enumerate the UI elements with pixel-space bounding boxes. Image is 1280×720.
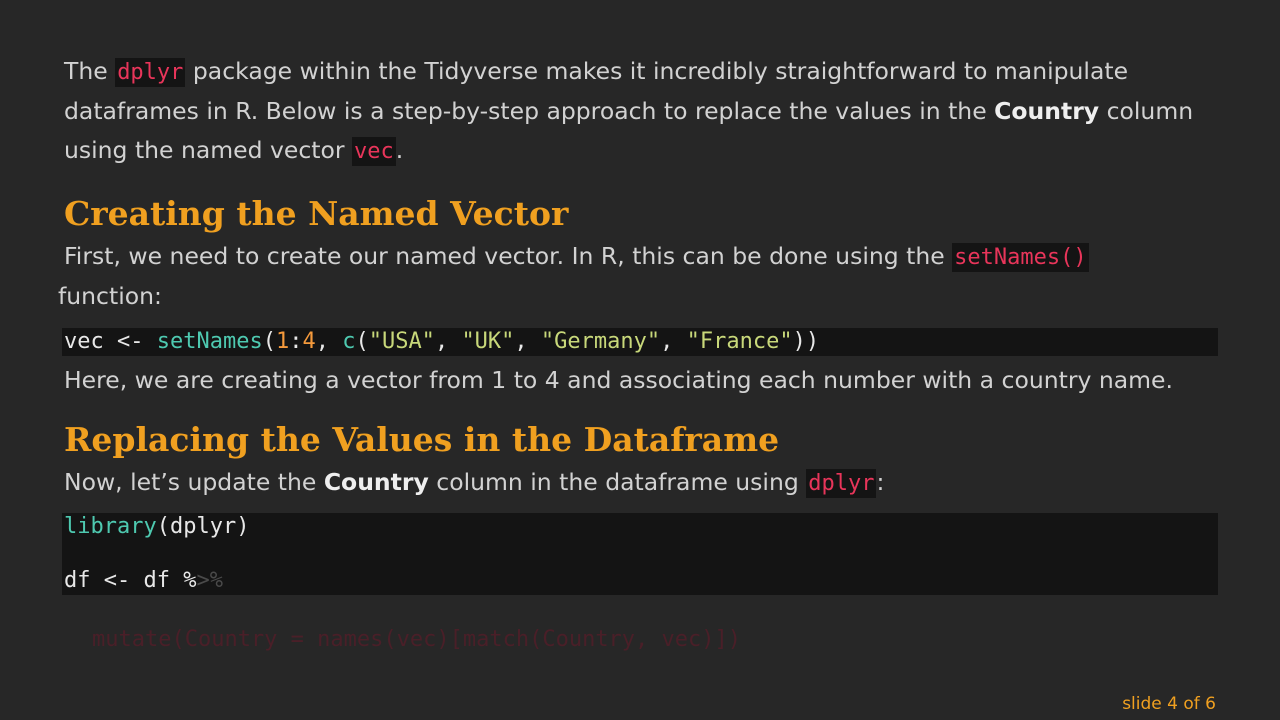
code-token-string: "France" [686, 329, 793, 354]
section-heading-named-vector: Creating the Named Vector [64, 194, 569, 233]
code-token-number: 4 [302, 329, 316, 354]
code-token: ( [355, 329, 369, 354]
code-token: , [514, 329, 541, 354]
code-token-string: "Germany" [540, 329, 661, 354]
code-token: (dplyr) [156, 514, 250, 539]
intro-paragraph: The dplyr package within the Tidyverse m… [64, 52, 1218, 171]
intro-text-1: The [64, 57, 116, 85]
code-token-function: library [64, 514, 157, 539]
slide-number: slide 4 of 6 [1122, 694, 1216, 714]
section1-text-2: function: [58, 282, 162, 310]
code-block-dplyr: library(dplyr) df <- df %>% [62, 513, 1218, 595]
intro-text-4: . [395, 136, 404, 164]
code-token-faded: >% [196, 568, 223, 593]
section2-text-1: Now, let’s update the [64, 468, 324, 496]
code-token-string: "UK" [461, 329, 515, 354]
code-token: , [434, 329, 462, 354]
section2-bold-country: Country [323, 468, 429, 496]
intro-text-2: package within the Tidyverse makes it in… [64, 57, 1129, 125]
inline-code-dplyr-2: dplyr [806, 469, 877, 498]
intro-bold-country: Country [994, 97, 1100, 125]
inline-code-setnames: setNames() [952, 243, 1089, 272]
faded-code-line: mutate(Country = names(vec)[match(Countr… [92, 627, 742, 652]
code-token: <- [103, 329, 157, 354]
code-token-string: "USA" [368, 329, 435, 354]
section1-paragraph: First, we need to create our named vecto… [58, 237, 1218, 316]
code-token: vec [64, 329, 104, 354]
code-token: df <- df % [64, 568, 197, 593]
section-heading-replacing-values: Replacing the Values in the Dataframe [64, 420, 780, 459]
section1-text-1: First, we need to create our named vecto… [64, 242, 953, 270]
code-block-setnames: vec <- setNames(1:4, c("USA", "UK", "Ger… [62, 328, 1218, 356]
code-token: )) [792, 329, 820, 354]
section2-text-3: : [876, 468, 885, 496]
code-token-function: setNames [156, 329, 263, 354]
code-token-function: c [342, 329, 356, 354]
inline-code-vec: vec [352, 137, 396, 166]
section1-explanation: Here, we are creating a vector from 1 to… [64, 366, 1173, 394]
section2-paragraph: Now, let’s update the Country column in … [64, 463, 1218, 503]
code-token: , [660, 329, 687, 354]
code-token: , [315, 329, 343, 354]
code-token: ( [262, 329, 276, 354]
code-token: : [289, 329, 303, 354]
code-token-number: 1 [275, 329, 290, 354]
slide-content: The dplyr package within the Tidyverse m… [58, 52, 1218, 595]
section2-text-2: column in the dataframe using [428, 468, 807, 496]
inline-code-dplyr: dplyr [115, 58, 186, 87]
